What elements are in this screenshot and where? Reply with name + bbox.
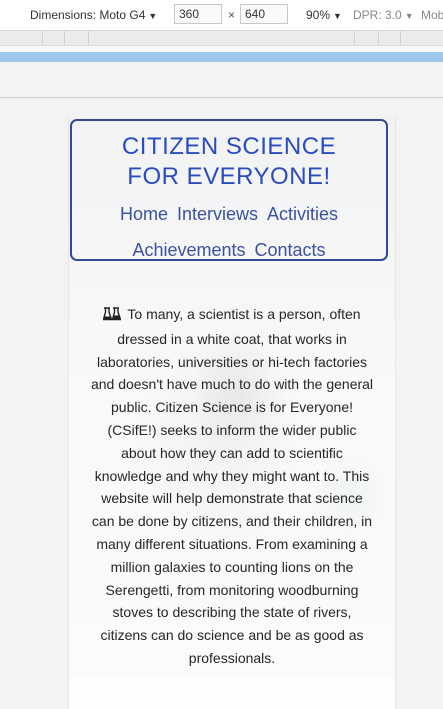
nav-link-interviews[interactable]: Interviews [177, 204, 258, 224]
site-title-line2: FOR EVERYONE! [127, 163, 331, 190]
ruler [0, 62, 443, 98]
media-query-segment[interactable] [354, 31, 355, 45]
main-nav: Home Interviews Activities Achievements … [72, 196, 386, 268]
nav-link-home[interactable]: Home [120, 204, 168, 224]
site-title-line1: CITIZEN SCIENCE [121, 133, 337, 160]
nav-link-achievements[interactable]: Achievements [132, 240, 245, 260]
width-input[interactable]: 360 [174, 4, 222, 24]
chevron-down-icon: ▼ [404, 11, 414, 21]
chevron-down-icon: ▼ [148, 11, 158, 21]
site-title: CITIZEN SCIENCE FOR EVERYONE! [72, 132, 386, 192]
dpr-select[interactable]: DPR: 3.0 ▼ [353, 8, 414, 22]
media-query-segment[interactable] [400, 31, 401, 45]
nav-link-activities[interactable]: Activities [267, 204, 338, 224]
chevron-down-icon: ▼ [333, 11, 342, 21]
media-query-bar[interactable] [0, 31, 443, 46]
mobile-select[interactable]: Mob [421, 8, 443, 22]
media-query-segment[interactable] [64, 31, 65, 45]
devtools-device-toolbar: Dimensions: Moto G4 ▼ 360 × 640 90% ▼ DPR:… [0, 0, 443, 31]
media-query-segment[interactable] [378, 31, 379, 45]
zoom-label: 90% [306, 8, 331, 22]
device-label: Dimensions: Moto G4 [30, 8, 146, 22]
flask-icon [102, 305, 122, 328]
media-query-segment[interactable] [88, 31, 89, 45]
dimension-separator: × [228, 8, 236, 22]
nav-link-contacts[interactable]: Contacts [255, 240, 326, 260]
zoom-select[interactable]: 90% ▼ [306, 8, 342, 22]
site-header: CITIZEN SCIENCE FOR EVERYONE! Home Inter… [70, 119, 388, 261]
media-query-segment[interactable] [42, 31, 43, 45]
height-input[interactable]: 640 [240, 4, 288, 24]
device-select[interactable]: Dimensions: Moto G4 ▼ [30, 8, 157, 22]
intro-paragraph: To many, a scientist is a person, often … [89, 303, 375, 670]
intro-text: To many, a scientist is a person, often … [90, 306, 374, 666]
dpr-label: DPR: 3.0 [353, 8, 402, 22]
media-query-blue-bar[interactable] [0, 52, 443, 62]
device-viewport: CITIZEN SCIENCE FOR EVERYONE! Home Inter… [68, 117, 396, 709]
